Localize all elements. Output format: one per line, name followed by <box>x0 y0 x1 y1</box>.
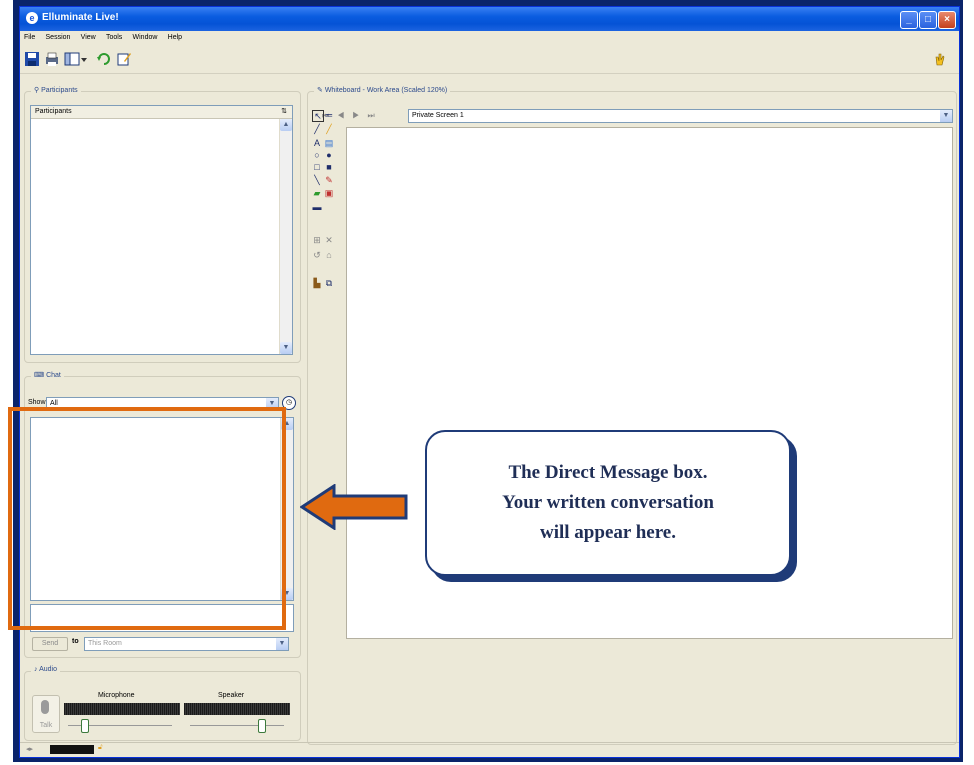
microphone-slider-thumb[interactable] <box>80 719 89 733</box>
line-tool-icon[interactable]: ╲ <box>312 175 322 185</box>
chevron-down-icon[interactable]: ▼ <box>276 638 288 650</box>
select-tool-icon[interactable]: ↖ <box>312 110 324 122</box>
recipient-value: This Room <box>88 640 122 647</box>
participants-column-label: Participants <box>35 108 72 115</box>
close-button[interactable]: × <box>938 11 956 29</box>
text-box-tool-icon[interactable]: ▤ <box>324 138 334 148</box>
scroll-down-button[interactable]: ▼ <box>280 342 292 354</box>
connection-meter <box>50 745 94 754</box>
microphone-meter <box>64 703 180 715</box>
minimize-button[interactable]: _ <box>900 11 918 29</box>
lock-tool-icon[interactable]: ⌂ <box>324 250 334 260</box>
chat-panel-title: Chat <box>46 372 61 379</box>
undo-tool-icon[interactable]: ↺ <box>312 250 322 260</box>
callout-line-1: The Direct Message box. <box>508 462 708 483</box>
screen-select-value: Private Screen 1 <box>412 112 464 119</box>
menu-bar: File Session View Tools Window Help <box>20 31 959 45</box>
hand-icon[interactable] <box>932 51 948 67</box>
direct-message-highlight <box>8 407 286 630</box>
participants-column-header[interactable]: Participants ⇅ <box>31 106 292 119</box>
maximize-button[interactable]: □ <box>919 11 937 29</box>
eraser-tool-icon[interactable]: ✎ <box>324 175 334 185</box>
callout-box: The Direct Message box. Your written con… <box>425 430 791 576</box>
pointer-tool-icon[interactable]: ═ <box>324 110 334 120</box>
unlock-icon: 🔓︎ <box>98 744 103 751</box>
show-label: Show <box>28 399 46 406</box>
status-arrows-icon: ◂▸ <box>26 746 34 753</box>
screen-capture-tool-icon[interactable]: ▬ <box>312 202 322 212</box>
toolbar <box>20 45 959 74</box>
talk-button[interactable]: Talk <box>32 695 60 733</box>
menu-help[interactable]: Help <box>164 31 186 45</box>
speaker-slider-track[interactable] <box>190 725 284 726</box>
title-bar: e Elluminate Live! _ □ × <box>20 7 959 31</box>
filled-rectangle-tool-icon[interactable]: ■ <box>324 162 334 172</box>
ellipse-tool-icon[interactable]: ○ <box>312 150 322 160</box>
speaker-meter <box>184 703 290 715</box>
save-icon[interactable] <box>24 51 40 67</box>
filled-ellipse-tool-icon[interactable]: ● <box>324 150 334 160</box>
left-arrow-icon <box>300 484 408 530</box>
whiteboard-panel-title: Whiteboard - Work Area (Scaled 120%) <box>324 87 448 94</box>
highlighter-tool-icon[interactable]: ╱ <box>324 124 334 134</box>
participants-list[interactable]: Participants ⇅ ▲ ▼ <box>30 105 293 355</box>
microphone-label: Microphone <box>98 692 135 699</box>
chevron-down-icon[interactable]: ▼ <box>940 110 952 122</box>
import-icon[interactable]: ⧉ <box>324 278 334 288</box>
zoom-tool-icon[interactable]: ⊞ <box>312 235 322 245</box>
open-folder-icon[interactable]: ▙ <box>312 278 322 288</box>
status-bar: ◂▸ 🔓︎ <box>20 742 959 757</box>
app-window: e Elluminate Live! _ □ × File Session Vi… <box>19 6 960 758</box>
menu-file[interactable]: File <box>20 31 39 45</box>
refresh-icon[interactable] <box>96 51 112 67</box>
talk-label: Talk <box>39 722 53 729</box>
image-tool-icon[interactable]: ▰ <box>312 188 322 198</box>
edit-icon[interactable] <box>116 51 132 67</box>
sort-icon[interactable]: ⇅ <box>281 106 287 118</box>
show-filter-value: All <box>50 400 58 407</box>
pen-icon: ✎ <box>317 87 325 94</box>
window-title: Elluminate Live! <box>42 12 119 23</box>
microphone-icon <box>41 700 49 714</box>
send-button[interactable]: Send <box>32 637 68 651</box>
pen-tool-icon[interactable]: ╱ <box>312 124 322 134</box>
speaker-slider-thumb[interactable] <box>257 719 266 733</box>
scroll-up-button[interactable]: ▲ <box>280 119 292 131</box>
chat-icon: ⌨ <box>34 372 47 379</box>
speaker-label: Speaker <box>218 692 245 699</box>
fit-tool-icon[interactable]: ✕ <box>324 235 334 245</box>
callout-line-2: Your written conversation <box>502 492 714 513</box>
menu-view[interactable]: View <box>77 31 100 45</box>
app-logo-icon: e <box>26 12 38 24</box>
text-tool-icon[interactable]: A <box>312 138 322 148</box>
dropdown-icon[interactable] <box>80 51 88 67</box>
to-label: to <box>72 638 79 645</box>
callout-line-3: will appear here. <box>540 522 676 543</box>
menu-session[interactable]: Session <box>42 31 75 45</box>
audio-panel-title: Audio <box>39 666 57 673</box>
menu-window[interactable]: Window <box>129 31 162 45</box>
participants-scrollbar[interactable]: ▲ ▼ <box>279 119 292 354</box>
participants-panel-title: Participants <box>41 87 78 94</box>
recipient-select[interactable]: This Room ▼ <box>84 637 289 651</box>
rectangle-tool-icon[interactable]: □ <box>312 162 322 172</box>
screen-select[interactable]: Private Screen 1 ▼ <box>408 109 953 123</box>
print-icon[interactable] <box>44 51 60 67</box>
layout-icon[interactable] <box>64 51 80 67</box>
menu-tools[interactable]: Tools <box>102 31 126 45</box>
clipart-tool-icon[interactable]: ▣ <box>324 188 334 198</box>
